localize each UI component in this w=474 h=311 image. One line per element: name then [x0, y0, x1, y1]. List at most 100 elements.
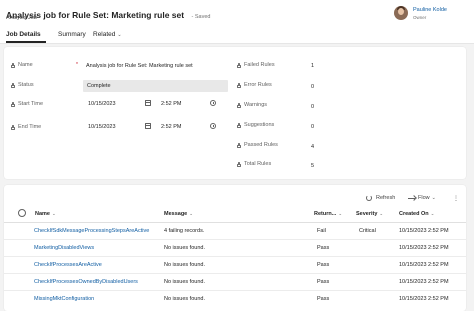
- result-cell: Pass: [317, 262, 330, 268]
- created-on-cell: 10/15/2023 2:52 PM: [399, 296, 449, 302]
- suggestions-value: 0: [311, 124, 315, 130]
- name-label-text: Name: [18, 62, 33, 68]
- error-rules-value: 0: [311, 84, 315, 90]
- table-row[interactable]: MarketingDisabledViews No issues found. …: [4, 240, 466, 257]
- column-header-name[interactable]: Name ⌄: [35, 211, 56, 217]
- sort-icon: ⌄: [189, 211, 194, 216]
- select-all-icon[interactable]: [18, 209, 26, 217]
- message-cell: No issues found.: [164, 296, 205, 302]
- created-on-cell: 10/15/2023 2:52 PM: [399, 279, 449, 285]
- rule-name-link[interactable]: MissingMktConfiguration: [34, 296, 94, 302]
- lock-icon: [237, 122, 241, 128]
- column-header-severity[interactable]: Severity ⌄: [356, 211, 383, 217]
- table-row[interactable]: CheckIfProcessesOwnedByDisabledUsers No …: [4, 274, 466, 291]
- message-cell: No issues found.: [164, 262, 205, 268]
- start-time-label-text: Start Time: [18, 101, 44, 107]
- rule-name-link[interactable]: CheckIfProcessesOwnedByDisabledUsers: [34, 279, 138, 285]
- name-field[interactable]: Analysis job for Rule Set: Marketing rul…: [86, 63, 193, 69]
- start-time-label: Start Time: [11, 101, 43, 107]
- column-header-result[interactable]: Return... ⌄: [314, 211, 342, 217]
- error-rules-label: Error Rules: [237, 82, 272, 88]
- total-rules-value: 5: [311, 163, 315, 169]
- passed-rules-label: Passed Rules: [237, 142, 278, 148]
- clock-icon[interactable]: [210, 100, 216, 106]
- status-label-text: Status: [18, 82, 34, 88]
- name-label: Name: [11, 62, 33, 68]
- sort-icon: ⌄: [430, 211, 435, 216]
- rule-name-link[interactable]: CheckIfProcessesAreActive: [34, 262, 102, 268]
- message-cell: No issues found.: [164, 279, 205, 285]
- result-cell: Pass: [317, 296, 330, 302]
- severity-cell: Critical: [359, 228, 376, 234]
- more-icon[interactable]: ⋮: [453, 195, 459, 202]
- refresh-icon: [366, 195, 372, 201]
- tab-summary[interactable]: Summary: [58, 31, 86, 38]
- sort-icon: ⌄: [51, 211, 56, 216]
- result-cell: Pass: [317, 279, 330, 285]
- owner-name-link[interactable]: Pauline Kolde: [413, 7, 447, 13]
- start-date-field[interactable]: 10/15/2023: [88, 101, 116, 107]
- warnings-label-text: Warnings: [244, 102, 268, 108]
- required-marker: *: [76, 62, 78, 68]
- rule-name-link[interactable]: MarketingDisabledViews: [34, 245, 94, 251]
- rule-name-link[interactable]: CheckIfSdkMessageProcessingStepsAreActiv…: [34, 228, 149, 234]
- table-row[interactable]: MissingMktConfiguration No issues found.…: [4, 291, 466, 308]
- refresh-label: Refresh: [376, 195, 396, 201]
- warnings-label: Warnings: [237, 102, 267, 108]
- flow-label: Flow: [418, 195, 430, 201]
- lock-icon: [237, 142, 241, 148]
- refresh-button[interactable]: Refresh: [366, 195, 395, 201]
- message-cell: No issues found.: [164, 245, 205, 251]
- lock-icon: [11, 62, 15, 68]
- total-rules-label-text: Total Rules: [244, 161, 272, 167]
- end-time-label: End Time: [11, 124, 41, 130]
- sort-icon: ⌄: [338, 211, 343, 216]
- total-rules-label: Total Rules: [237, 161, 271, 167]
- lock-icon: [237, 82, 241, 88]
- active-tab-indicator: [6, 41, 46, 43]
- flow-button[interactable]: Flow ⌄: [408, 195, 436, 201]
- record-header: Analysis job for Rule Set: Marketing rul…: [0, 0, 474, 27]
- save-status: - Saved: [191, 14, 211, 20]
- lock-icon: [237, 102, 241, 108]
- chevron-down-icon: ⌄: [431, 195, 436, 201]
- lock-icon: [11, 82, 15, 88]
- owner-card[interactable]: Pauline Kolde Owner: [394, 6, 464, 22]
- column-header-created-on-label: Created On: [399, 211, 429, 217]
- start-time-field[interactable]: 2:52 PM: [161, 101, 181, 107]
- clock-icon[interactable]: [210, 123, 216, 129]
- flow-icon: [408, 196, 415, 201]
- lock-icon: [11, 124, 15, 130]
- column-header-result-label: Return...: [314, 211, 337, 217]
- column-header-message-label: Message: [164, 211, 188, 217]
- message-cell: 4 failing records.: [164, 228, 205, 234]
- column-header-name-label: Name: [35, 211, 50, 217]
- created-on-cell: 10/15/2023 2:52 PM: [399, 228, 449, 234]
- column-header-created-on[interactable]: Created On ⌄: [399, 211, 434, 217]
- calendar-icon[interactable]: [145, 123, 151, 129]
- failed-rules-value: 1: [311, 63, 315, 69]
- tab-related[interactable]: Related ⌄: [93, 31, 122, 38]
- result-cell: Pass: [317, 245, 330, 251]
- calendar-icon[interactable]: [145, 100, 151, 106]
- failed-rules-label-text: Failed Rules: [244, 62, 275, 68]
- error-rules-label-text: Error Rules: [244, 82, 272, 88]
- passed-rules-label-text: Passed Rules: [244, 142, 278, 148]
- tab-job-details[interactable]: Job Details: [6, 31, 41, 38]
- table-row[interactable]: CheckIfProcessesAreActive No issues foun…: [4, 257, 466, 274]
- suggestions-label-text: Suggestions: [244, 122, 275, 128]
- table-row[interactable]: CheckIfSdkMessageProcessingStepsAreActiv…: [4, 223, 466, 240]
- column-header-message[interactable]: Message ⌄: [164, 211, 193, 217]
- tab-bar: Job Details Summary Related ⌄: [0, 27, 474, 44]
- result-cell: Fail: [317, 228, 326, 234]
- job-details-section: [4, 47, 466, 179]
- status-field: Complete: [83, 80, 228, 92]
- end-time-field[interactable]: 2:52 PM: [161, 124, 181, 130]
- avatar[interactable]: [394, 6, 408, 20]
- end-time-label-text: End Time: [18, 124, 42, 130]
- owner-role-label: Owner: [413, 15, 427, 20]
- column-header-severity-label: Severity: [356, 211, 378, 217]
- end-date-field[interactable]: 10/15/2023: [88, 124, 116, 130]
- chevron-down-icon: ⌄: [117, 32, 122, 38]
- status-label: Status: [11, 82, 34, 88]
